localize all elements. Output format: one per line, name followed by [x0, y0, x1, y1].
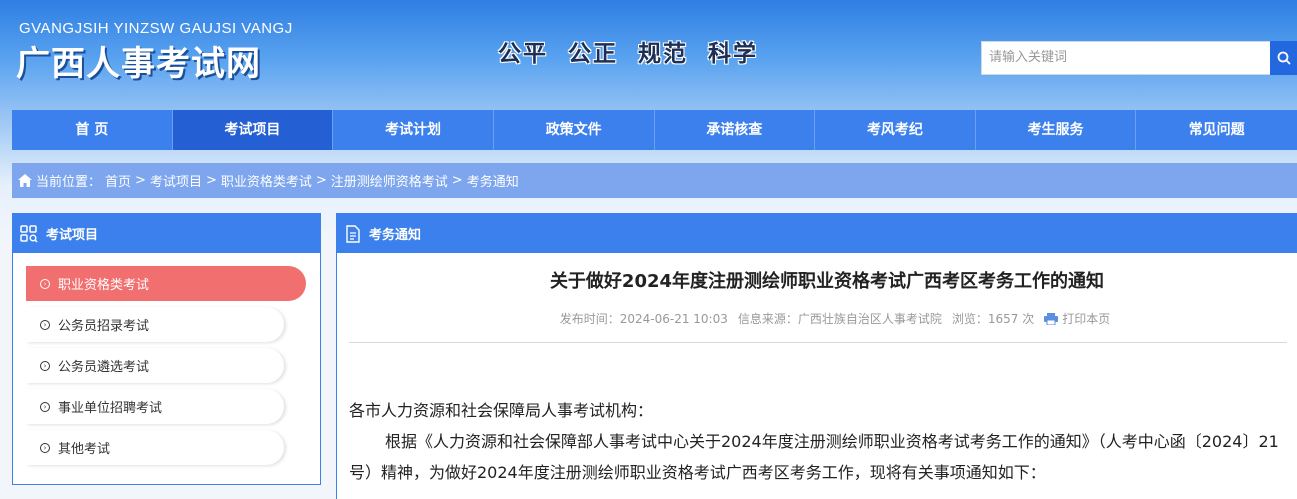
site-header: GVANGJSIH YINZSW GAUJSI VANGJ 广西人事考试网 公平… — [0, 0, 1297, 105]
breadcrumb-current[interactable]: 考务通知 — [467, 171, 519, 190]
main-nav: 首 页 考试项目 考试计划 政策文件 承诺核查 考风考纪 考生服务 常见问题 — [12, 110, 1297, 150]
breadcrumb-surveyor-exam[interactable]: 注册测绘师资格考试 — [331, 171, 448, 190]
logo-subtitle: GVANGJSIH YINZSW GAUJSI VANGJ — [19, 20, 293, 37]
breadcrumb-sep: > — [135, 173, 146, 188]
print-button[interactable]: 打印本页 — [1044, 310, 1120, 327]
breadcrumb-home[interactable]: 首页 — [105, 171, 131, 190]
main-panel-title: 考务通知 — [369, 228, 422, 243]
sidebar-item-label: 公务员遴选考试 — [58, 360, 150, 375]
paragraph: 根据《人力资源和社会保障部人事考试中心关于2024年度注册测绘师职业资格考试考务… — [349, 432, 1279, 482]
chevron-right-icon: › — [40, 319, 50, 330]
article-meta: 发布时间：2024-06-21 10:03 信息来源：广西壮族自治区人事考试院 … — [337, 310, 1297, 327]
article-title: 关于做好2024年度注册测绘师职业资格考试广西考区考务工作的通知 — [549, 271, 1105, 292]
print-label: 打印本页 — [1062, 312, 1111, 326]
main-content: 考务通知 关于做好2024年度注册测绘师职业资格考试广西考区考务工作的通知 发布… — [336, 213, 1297, 499]
site-logo[interactable]: 广西人事考试网 — [16, 36, 261, 85]
sidebar-item-other-exams[interactable]: › 其他考试 — [26, 430, 284, 465]
publish-time: 发布时间：2024-06-21 10:03 — [559, 312, 728, 326]
nav-exam-projects[interactable]: 考试项目 — [172, 110, 334, 150]
sidebar-item-civil-servant-select[interactable]: › 公务员遴选考试 — [26, 348, 284, 383]
search-icon — [1277, 51, 1291, 65]
sidebar-item-label: 公务员招录考试 — [58, 319, 150, 334]
sidebar: 考试项目 › 职业资格类考试 › 公务员招录考试 › 公务员遴选考试 › 事业单… — [12, 213, 321, 485]
nav-commitment-check[interactable]: 承诺核查 — [655, 110, 816, 150]
chevron-right-icon: › — [40, 442, 50, 453]
breadcrumb-sep: > — [315, 173, 327, 188]
sidebar-title: 考试项目 — [46, 228, 99, 243]
home-icon — [18, 174, 32, 187]
breadcrumb-label: 当前位置： — [36, 175, 102, 190]
nav-faq[interactable]: 常见问题 — [1136, 110, 1297, 150]
breadcrumb-sep: > — [451, 173, 463, 188]
divider — [349, 342, 1287, 343]
nav-home[interactable]: 首 页 — [12, 110, 173, 150]
info-source: 信息来源：广西壮族自治区人事考试院 — [737, 312, 942, 326]
breadcrumb-sep: > — [205, 173, 217, 188]
nav-exam-discipline[interactable]: 考风考纪 — [815, 110, 976, 150]
sidebar-item-qualification[interactable]: › 职业资格类考试 — [26, 266, 306, 301]
search-input[interactable]: 请输入关键词 — [981, 41, 1270, 75]
sidebar-item-label: 职业资格类考试 — [58, 278, 150, 293]
sidebar-list: › 职业资格类考试 › 公务员招录考试 › 公务员遴选考试 › 事业单位招聘考试… — [13, 253, 320, 465]
site-slogan: 公平 公正 规范 科学 — [498, 41, 759, 67]
breadcrumb-exam-projects[interactable]: 考试项目 — [150, 171, 202, 190]
salutation: 各市人力资源和社会保障局人事考试机构： — [349, 401, 654, 420]
nav-candidate-service[interactable]: 考生服务 — [976, 110, 1137, 150]
breadcrumb: 当前位置： 首页 > 考试项目 > 职业资格类考试 > 注册测绘师资格考试 > … — [12, 163, 1297, 198]
sidebar-item-civil-servant-recruit[interactable]: › 公务员招录考试 — [26, 307, 284, 342]
grid-search-icon — [20, 224, 38, 243]
sidebar-item-institution-recruit[interactable]: › 事业单位招聘考试 — [26, 389, 284, 424]
main-header: 考务通知 — [337, 214, 1297, 253]
view-count: 浏览：1657 次 — [951, 312, 1035, 326]
article-body: 各市人力资源和社会保障局人事考试机构： 根据《人力资源和社会保障部人事考试中心关… — [337, 395, 1297, 488]
chevron-right-icon: › — [40, 278, 50, 289]
chevron-right-icon: › — [40, 360, 50, 371]
document-icon — [345, 224, 361, 243]
sidebar-item-label: 其他考试 — [58, 442, 111, 457]
sidebar-header: 考试项目 — [13, 214, 320, 253]
printer-icon — [1044, 312, 1059, 325]
nav-exam-plan[interactable]: 考试计划 — [333, 110, 494, 150]
nav-policy-docs[interactable]: 政策文件 — [494, 110, 655, 150]
breadcrumb-qualification[interactable]: 职业资格类考试 — [221, 171, 312, 190]
sidebar-item-label: 事业单位招聘考试 — [58, 401, 163, 416]
search-button[interactable] — [1270, 41, 1297, 75]
chevron-right-icon: › — [40, 401, 50, 412]
